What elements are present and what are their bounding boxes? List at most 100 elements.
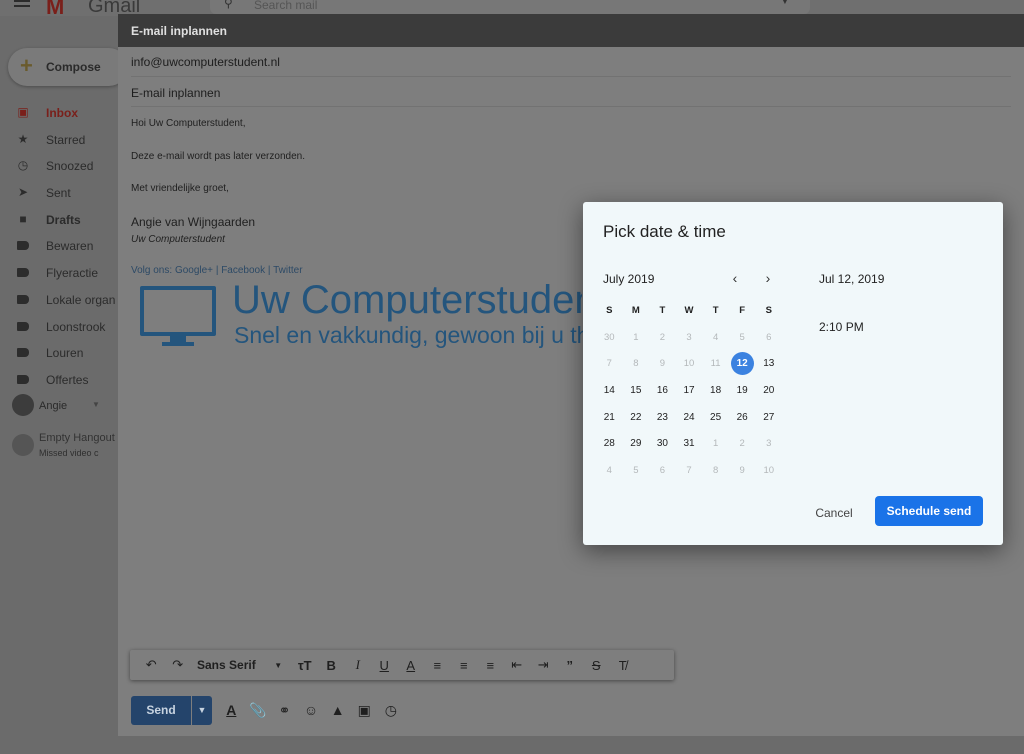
calendar-day[interactable]: 1 [702,430,729,457]
sidebar-item-label: Louren [46,346,84,361]
calendar-day[interactable]: 10 [755,457,782,484]
underline-icon[interactable]: U [371,658,398,673]
sidebar-item-label: Flyeractie [46,266,99,281]
to-field[interactable]: info@uwcomputerstudent.nl [131,55,280,69]
sidebar-item-bewaren[interactable]: Bewaren [0,233,118,260]
hangout-subtitle: Missed video c [39,448,99,458]
calendar-day[interactable]: 31 [676,430,703,457]
hangout-conversation[interactable]: Empty Hangout Missed video c [12,432,122,462]
subject-field[interactable]: E-mail inplannen [131,86,220,100]
calendar-day[interactable]: 14 [596,377,623,404]
main-menu-icon[interactable] [14,0,30,10]
sidebar-item-drafts[interactable]: ■ Drafts [0,207,118,234]
attach-icon[interactable]: 📎 [245,699,272,721]
calendar-day[interactable]: 27 [755,404,782,431]
sidebar-item-flyeractie[interactable]: Flyeractie [0,260,118,287]
formatting-options-icon[interactable]: A [218,699,245,721]
cancel-button[interactable]: Cancel [805,500,863,526]
undo-icon[interactable]: ↶ [138,657,165,673]
compose-header[interactable]: E-mail inplannen [118,14,1024,47]
link-facebook[interactable]: Facebook [221,265,265,276]
link-google-plus[interactable]: Google+ [175,265,213,276]
link-twitter[interactable]: Twitter [273,265,302,276]
sidebar-item-loonstrook[interactable]: Loonstrook [0,314,118,341]
schedule-send-button[interactable]: Schedule send [875,496,983,526]
dialog-title: Pick date & time [603,222,726,241]
sidebar-item-louren[interactable]: Louren [0,340,118,367]
sidebar-item-label: Inbox [46,106,78,120]
emoji-icon[interactable]: ☺ [298,699,325,721]
sidebar-item-sent[interactable]: ➤ Sent [0,180,118,207]
body-closing[interactable]: Met vriendelijke groet, [131,183,229,194]
chevron-down-icon[interactable]: ▼ [92,400,100,409]
calendar-day[interactable]: 22 [623,404,650,431]
sidebar-item-offertes[interactable]: Offertes [0,367,118,394]
calendar-day[interactable]: 20 [755,377,782,404]
calendar-day[interactable]: 18 [702,377,729,404]
strikethrough-icon[interactable]: S [583,658,610,673]
text-color-icon[interactable]: A [398,658,425,673]
sidebar-item-starred[interactable]: ★ Starred [0,127,118,154]
calendar-day[interactable]: 2 [729,430,756,457]
sidebar-item-snoozed[interactable]: ◷ Snoozed [0,153,118,180]
indent-more-icon[interactable]: ⇥ [530,657,557,673]
calendar-day[interactable]: 5 [623,457,650,484]
numbered-list-icon[interactable]: ≡ [451,658,478,673]
font-select[interactable]: Sans Serif [191,658,265,672]
indent-less-icon[interactable]: ⇤ [504,657,531,673]
italic-icon[interactable]: I [345,657,372,673]
calendar-week: 4 5 6 7 8 9 10 [596,457,782,484]
chevron-down-icon[interactable]: ▼ [265,661,292,670]
gmail-logo-icon[interactable]: M [46,0,64,20]
divider [131,106,1011,107]
drive-icon[interactable]: ▲ [324,699,351,721]
calendar-day[interactable]: 29 [623,430,650,457]
send-button[interactable]: Send [131,696,191,725]
date-field[interactable]: Jul 12, 2019 [819,272,884,286]
photo-icon[interactable]: ▣ [351,699,378,721]
redo-icon[interactable]: ↷ [165,657,192,673]
calendar-day[interactable]: 21 [596,404,623,431]
calendar-day[interactable]: 6 [649,457,676,484]
calendar-week: 21 22 23 24 25 26 27 [596,404,782,431]
link-icon[interactable]: ⚭ [271,699,298,721]
calendar-day[interactable]: 16 [649,377,676,404]
font-size-icon[interactable]: τT [292,658,319,673]
search-icon[interactable]: ⚲ [224,0,233,10]
calendar-day[interactable]: 24 [676,404,703,431]
calendar-day[interactable]: 4 [596,457,623,484]
sidebar-item-lokale-organ[interactable]: Lokale organ [0,287,118,314]
calendar-day[interactable]: 9 [729,457,756,484]
calendar-day[interactable]: 13 [755,350,782,377]
align-icon[interactable]: ≡ [424,658,451,673]
quote-icon[interactable]: ” [557,658,584,673]
calendar-day: 1 [633,331,639,343]
calendar-day[interactable]: 19 [729,377,756,404]
hangouts-user[interactable]: Angie ▼ [12,394,122,418]
calendar-day[interactable]: 30 [649,430,676,457]
chevron-right-icon[interactable]: › [759,269,777,287]
time-field[interactable]: 2:10 PM [819,320,864,334]
body-line[interactable]: Deze e-mail wordt pas later verzonden. [131,151,305,162]
send-options-icon[interactable]: ▼ [192,696,212,725]
calendar-day-selected[interactable]: 12 [729,350,756,377]
chevron-left-icon[interactable]: ‹ [726,269,744,287]
calendar-day[interactable]: 23 [649,404,676,431]
remove-formatting-icon[interactable]: T̸ [610,658,637,673]
bold-icon[interactable]: B [318,658,345,673]
calendar-day[interactable]: 8 [702,457,729,484]
calendar-day[interactable]: 17 [676,377,703,404]
calendar-day[interactable]: 15 [623,377,650,404]
bulleted-list-icon[interactable]: ≡ [477,658,504,673]
confidential-mode-icon[interactable]: ◷ [378,699,405,721]
calendar-day[interactable]: 25 [702,404,729,431]
body-greeting[interactable]: Hoi Uw Computerstudent, [131,118,246,129]
search-options-icon[interactable]: ▼ [780,0,790,7]
calendar-day[interactable]: 28 [596,430,623,457]
compose-button[interactable]: + Compose [8,48,128,86]
calendar-day[interactable]: 26 [729,404,756,431]
search-input[interactable]: Search mail [254,0,317,12]
calendar-day[interactable]: 3 [755,430,782,457]
sidebar-item-inbox[interactable]: ▣ Inbox [0,100,118,127]
calendar-day[interactable]: 7 [676,457,703,484]
